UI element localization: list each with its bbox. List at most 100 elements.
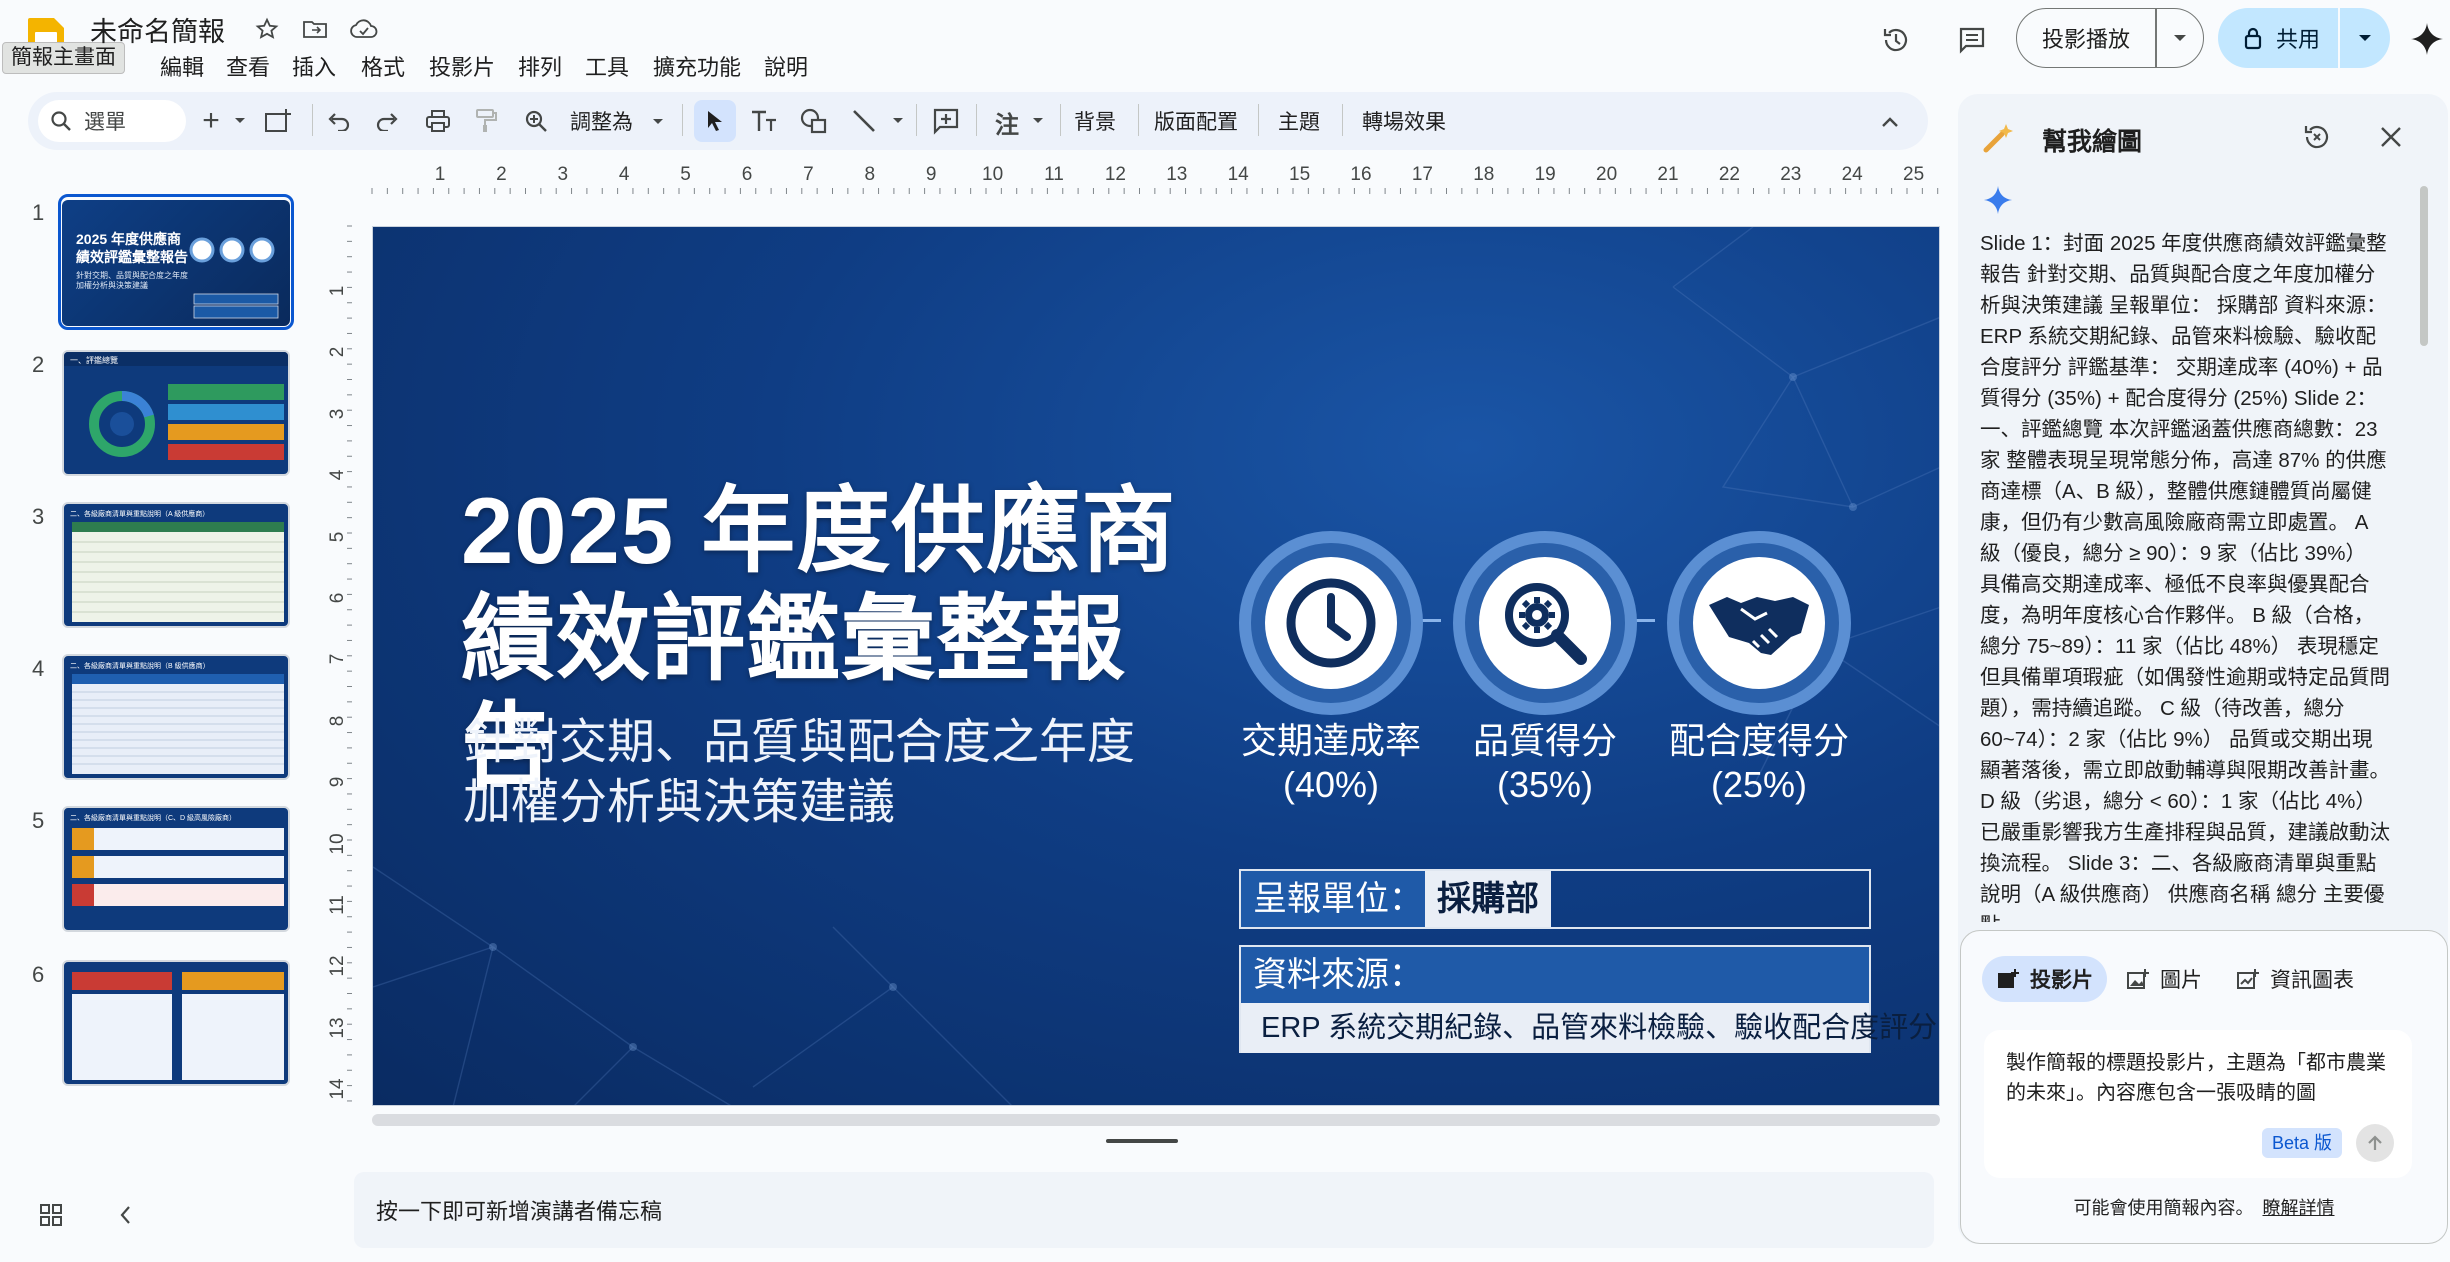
new-slide-icon[interactable]: + — [196, 104, 226, 137]
select-tool[interactable] — [694, 100, 736, 142]
input-tools-dropdown-icon[interactable] — [1030, 112, 1046, 128]
grid-view-icon[interactable] — [36, 1200, 66, 1230]
slide-thumbnail-1[interactable]: 2025 年度供應商 績效評鑑彙整報告 針對交期、品質與配合度之年度 加權分析與… — [62, 200, 290, 326]
menu-arrange[interactable]: 排列 — [518, 50, 562, 82]
text-box-icon[interactable] — [748, 106, 780, 136]
slide-thumbnail-3[interactable]: 二、各級廠商清單與重點說明（A 級供應商） — [62, 502, 290, 628]
ruler-tick-label: 4 — [327, 469, 348, 481]
paint-format-icon[interactable] — [470, 106, 502, 136]
ruler-tick-label: 12 — [1104, 164, 1126, 185]
share-chevron-icon[interactable] — [2340, 34, 2390, 42]
undo-icon[interactable] — [322, 106, 354, 136]
toolbar — [28, 92, 1928, 150]
move-folder-icon[interactable] — [300, 14, 330, 44]
ruler-tick-label: 1 — [434, 164, 446, 185]
import-slide-icon[interactable] — [262, 106, 294, 136]
ai-tab-image[interactable]: 圖片 — [2112, 956, 2216, 1002]
zoom-icon[interactable] — [520, 106, 552, 136]
ai-panel-scrollbar[interactable] — [2420, 186, 2428, 346]
ruler-tick-label: 8 — [327, 715, 348, 727]
learn-more-link[interactable]: 瞭解詳情 — [2263, 1198, 2335, 1218]
chevron-down-icon[interactable] — [2157, 34, 2204, 42]
menu-slide[interactable]: 投影片 — [429, 50, 495, 82]
slide-thumbnail-2[interactable]: 一、評鑑總覽 — [62, 350, 290, 476]
report-unit-box[interactable]: 呈報單位： 採購部 — [1239, 869, 1871, 929]
ai-prompt-text: 製作簡報的標題投影片，主題為「都市農業的未來」。內容應包含一張吸睛的圖 — [2006, 1052, 2386, 1104]
search-label: 選單 — [84, 111, 126, 134]
infographic-add-icon — [2237, 969, 2259, 989]
report-unit-value: 採購部 — [1425, 871, 1551, 927]
close-icon[interactable] — [2374, 120, 2408, 154]
menu-format[interactable]: 格式 — [361, 50, 405, 82]
ruler-tick-label: 3 — [327, 408, 348, 420]
comment-add-icon[interactable] — [930, 106, 962, 136]
layout-button[interactable]: 版面配置 — [1154, 106, 1238, 136]
line-dropdown-icon[interactable] — [890, 112, 906, 128]
transition-button[interactable]: 轉場效果 — [1362, 106, 1446, 136]
data-source-value: ERP 系統交期紀錄、品管來料檢驗、驗收配合度評分 — [1241, 1003, 1937, 1053]
ruler-tick-label: 14 — [1227, 164, 1249, 185]
data-source-box[interactable]: 資料來源： ERP 系統交期紀錄、品管來料檢驗、驗收配合度評分 — [1239, 945, 1937, 1053]
background-button[interactable]: 背景 — [1074, 106, 1116, 136]
submit-prompt-button[interactable] — [2356, 1124, 2394, 1162]
speaker-notes[interactable]: 按一下即可新增演講者備忘稿 — [354, 1172, 1934, 1248]
menu-view[interactable]: 查看 — [226, 50, 270, 82]
ruler-tick-label: 14 — [327, 1078, 348, 1100]
ruler-tick-label: 17 — [1411, 164, 1433, 185]
slideshow-button[interactable]: 投影播放 — [2016, 8, 2204, 68]
new-slide-dropdown-icon[interactable] — [232, 112, 248, 128]
search-icon — [50, 110, 72, 132]
shape-icon[interactable] — [798, 106, 830, 136]
redo-icon[interactable] — [372, 106, 404, 136]
notes-resize-handle[interactable] — [1106, 1139, 1178, 1143]
share-button[interactable]: 共用 — [2218, 8, 2390, 68]
ai-prompt-input[interactable]: 製作簡報的標題投影片，主題為「都市農業的未來」。內容應包含一張吸睛的圖 — [1984, 1030, 2412, 1178]
ruler-tick-label: 1 — [327, 285, 348, 297]
star-icon[interactable] — [252, 14, 282, 44]
slide-subtitle[interactable]: 針對交期、品質與配合度之年度 加權分析與決策建議 — [463, 713, 1183, 833]
history-reset-icon[interactable] — [2298, 118, 2336, 156]
print-icon[interactable] — [422, 106, 454, 136]
collapse-filmstrip-icon[interactable] — [110, 1200, 140, 1230]
ruler-tick-label: 13 — [327, 1017, 348, 1039]
theme-button[interactable]: 主題 — [1278, 106, 1320, 136]
ruler-tick-label: 2 — [496, 164, 507, 185]
ruler-tick-label: 7 — [327, 654, 348, 665]
menu-search[interactable]: 選單 — [38, 100, 186, 142]
menu-insert[interactable]: 插入 — [292, 50, 336, 82]
menu-extensions[interactable]: 擴充功能 — [653, 50, 741, 82]
ruler-tick-label: 25 — [1903, 164, 1925, 185]
share-label: 共用 — [2276, 27, 2321, 52]
collapse-toolbar-icon[interactable] — [1876, 108, 1904, 136]
cloud-saved-icon[interactable] — [348, 14, 380, 44]
slide-number: 5 — [32, 808, 45, 833]
menu-tools[interactable]: 工具 — [585, 50, 629, 82]
ruler-tick-label: 20 — [1596, 164, 1618, 185]
version-history-icon[interactable] — [1876, 20, 1916, 60]
slide-thumbnail-5[interactable]: 二、各級廠商清單與重點說明（C、D 級高風險廠商） — [62, 806, 290, 932]
arrow-up-icon — [2368, 1135, 2382, 1150]
ai-tab-slides[interactable]: 投影片 — [1982, 956, 2107, 1002]
slide-thumbnail-6[interactable] — [62, 960, 290, 1086]
input-tools-icon[interactable]: 注 — [990, 106, 1024, 139]
doc-title[interactable]: 未命名簡報 — [90, 10, 225, 49]
menu-help[interactable]: 說明 — [764, 50, 808, 82]
zoom-select[interactable]: 調整為 — [570, 104, 670, 138]
ai-footer: 可能會使用簡報內容。 瞭解詳情 — [1960, 1194, 2448, 1220]
ruler-tick-label: 8 — [864, 164, 876, 185]
menu-edit[interactable]: 編輯 — [160, 50, 204, 82]
ruler-tick-label: 10 — [327, 833, 348, 855]
report-unit-label: 呈報單位： — [1241, 871, 1425, 927]
metric-circle-cooperation — [1667, 531, 1851, 715]
slide-canvas[interactable]: 2025 年度供應商 績效評鑑彙整報告 針對交期、品質與配合度之年度 加權分析與… — [372, 226, 1940, 1106]
ai-tab-infographic[interactable]: 資訊圖表 — [2222, 956, 2368, 1002]
line-icon[interactable] — [848, 106, 880, 136]
gemini-icon[interactable] — [2408, 20, 2446, 58]
comments-icon[interactable] — [1952, 20, 1992, 60]
ruler-tick-label: 13 — [1166, 164, 1188, 185]
svg-text:二、各級廠商清單與重點說明（A 級供應商）: 二、各級廠商清單與重點說明（A 級供應商） — [70, 509, 209, 518]
slide-thumbnail-4[interactable]: 二、各級廠商清單與重點說明（B 級供應商） — [62, 654, 290, 780]
ruler-tick-label: 10 — [982, 164, 1004, 185]
slide-subtitle-line-2: 加權分析與決策建議 — [463, 776, 896, 829]
horizontal-scrollbar[interactable] — [372, 1114, 1940, 1126]
